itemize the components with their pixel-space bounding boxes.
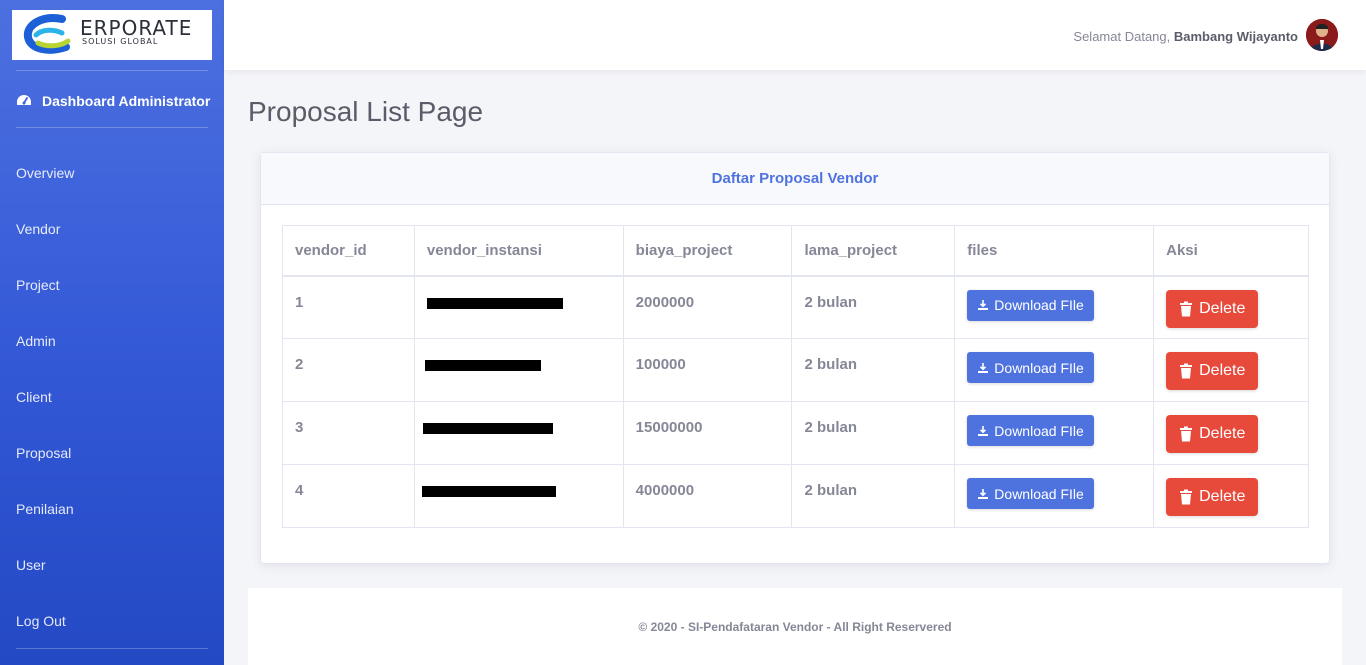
delete-label: Delete <box>1199 488 1246 505</box>
page-title: Proposal List Page <box>248 96 484 127</box>
sidebar-item-admin[interactable]: Admin <box>16 333 56 349</box>
redacted-text <box>421 486 556 497</box>
table-row: 1 2000000 2 bulan Download FIle Delete <box>282 275 1309 339</box>
cell-aksi: Delete <box>1153 464 1309 528</box>
cell-vendor-instansi <box>413 464 624 528</box>
cell-aksi: Delete <box>1153 401 1309 465</box>
column-header-aksi[interactable]: Aksi <box>1153 225 1309 277</box>
cell-aksi: Delete <box>1153 338 1309 402</box>
sidebar-item-logout[interactable]: Log Out <box>16 613 66 629</box>
card-title: Daftar Proposal Vendor <box>711 170 879 187</box>
delete-button[interactable]: Delete <box>1166 415 1259 453</box>
trash-icon <box>1180 301 1193 316</box>
sidebar-item-user[interactable]: User <box>16 557 46 573</box>
download-file-button[interactable]: Download FIle <box>967 478 1094 509</box>
cell-vendor-id: 2 <box>282 338 415 402</box>
proposal-table: vendor_id vendor_instansi biaya_project … <box>282 225 1309 528</box>
tachometer-icon <box>17 95 31 105</box>
proposal-card: Daftar Proposal Vendor vendor_id vendor_… <box>260 152 1330 564</box>
column-header-vendor-instansi[interactable]: vendor_instansi <box>413 225 624 277</box>
download-icon <box>978 362 989 373</box>
sidebar-item-vendor[interactable]: Vendor <box>16 221 60 237</box>
logo-icon <box>23 14 71 54</box>
download-file-button[interactable]: Download FIle <box>967 289 1094 321</box>
cell-biaya-project: 4000000 <box>622 464 793 528</box>
avatar[interactable] <box>1306 19 1338 51</box>
sidebar-divider <box>16 127 208 128</box>
delete-label: Delete <box>1199 425 1246 442</box>
sidebar-divider <box>16 648 208 649</box>
delete-button[interactable]: Delete <box>1166 478 1259 516</box>
cell-vendor-id: 1 <box>282 275 415 339</box>
cell-vendor-instansi <box>413 401 624 465</box>
footer: © 2020 - SI-Pendafataran Vendor - All Ri… <box>248 588 1342 665</box>
cell-files: Download FIle <box>954 338 1155 402</box>
topbar: Selamat Datang, Bambang Wijayanto <box>224 0 1366 70</box>
cell-files: Download FIle <box>954 401 1155 465</box>
delete-button[interactable]: Delete <box>1166 352 1259 390</box>
delete-label: Delete <box>1199 362 1246 379</box>
download-icon <box>978 488 989 499</box>
user-avatar-icon <box>1306 19 1338 51</box>
footer-copyright: © 2020 - SI-Pendafataran Vendor - All Ri… <box>638 619 952 634</box>
delete-button[interactable]: Delete <box>1166 289 1259 328</box>
cell-vendor-id: 4 <box>282 464 415 528</box>
download-icon <box>978 300 989 310</box>
card-header: Daftar Proposal Vendor <box>261 153 1329 205</box>
trash-icon <box>1180 489 1193 505</box>
redacted-text <box>426 297 563 309</box>
greeting-text: Selamat Datang, <box>1073 29 1171 44</box>
download-file-button[interactable]: Download FIle <box>967 415 1094 446</box>
cell-aksi: Delete <box>1153 275 1309 339</box>
sidebar-heading[interactable]: Dashboard Administrator <box>16 90 210 112</box>
cell-lama-project: 2 bulan <box>791 338 956 402</box>
download-file-label: Download FIle <box>994 485 1084 502</box>
delete-label: Delete <box>1199 299 1246 317</box>
sidebar-item-penilaian[interactable]: Penilaian <box>16 501 74 517</box>
sidebar-item-project[interactable]: Project <box>16 277 60 293</box>
sidebar-divider <box>16 70 208 71</box>
sidebar-heading-label: Dashboard Administrator <box>42 93 211 109</box>
cell-vendor-id: 3 <box>282 401 415 465</box>
sidebar: ERPORATE SOLUSI GLOBAL Dashboard Adminis… <box>0 0 224 665</box>
cell-lama-project: 2 bulan <box>791 464 956 528</box>
download-file-label: Download FIle <box>994 359 1084 376</box>
download-icon <box>978 425 989 436</box>
brand-logo[interactable]: ERPORATE SOLUSI GLOBAL <box>12 10 212 60</box>
user-greeting[interactable]: Selamat Datang, Bambang Wijayanto <box>1073 29 1298 44</box>
sidebar-item-overview[interactable]: Overview <box>16 165 74 181</box>
redacted-text <box>422 423 553 434</box>
trash-icon <box>1180 363 1193 379</box>
download-file-button[interactable]: Download FIle <box>967 352 1094 383</box>
redacted-text <box>424 360 541 371</box>
cell-vendor-instansi <box>413 275 624 339</box>
table-row: 4 4000000 2 bulan Download FIle Delete <box>282 464 1309 528</box>
download-file-label: Download FIle <box>994 422 1084 439</box>
user-name: Bambang Wijayanto <box>1173 29 1298 44</box>
brand-subtitle: SOLUSI GLOBAL <box>82 37 159 46</box>
cell-vendor-instansi <box>413 338 624 402</box>
table-header-row: vendor_id vendor_instansi biaya_project … <box>282 225 1309 277</box>
cell-biaya-project: 2000000 <box>622 275 793 339</box>
download-file-label: Download FIle <box>994 297 1084 313</box>
trash-icon <box>1180 426 1193 442</box>
cell-files: Download FIle <box>954 464 1155 528</box>
cell-lama-project: 2 bulan <box>791 401 956 465</box>
cell-biaya-project: 100000 <box>622 338 793 402</box>
column-header-biaya-project[interactable]: biaya_project <box>622 225 793 277</box>
sidebar-item-client[interactable]: Client <box>16 389 52 405</box>
sidebar-item-proposal[interactable]: Proposal <box>16 445 71 461</box>
column-header-lama-project[interactable]: lama_project <box>791 225 956 277</box>
column-header-vendor-id[interactable]: vendor_id <box>282 225 415 277</box>
cell-biaya-project: 15000000 <box>622 401 793 465</box>
column-header-files[interactable]: files <box>954 225 1155 277</box>
table-row: 2 100000 2 bulan Download FIle Delete <box>282 338 1309 402</box>
table-row: 3 15000000 2 bulan Download FIle Delete <box>282 401 1309 465</box>
cell-files: Download FIle <box>954 275 1155 339</box>
cell-lama-project: 2 bulan <box>791 275 956 339</box>
